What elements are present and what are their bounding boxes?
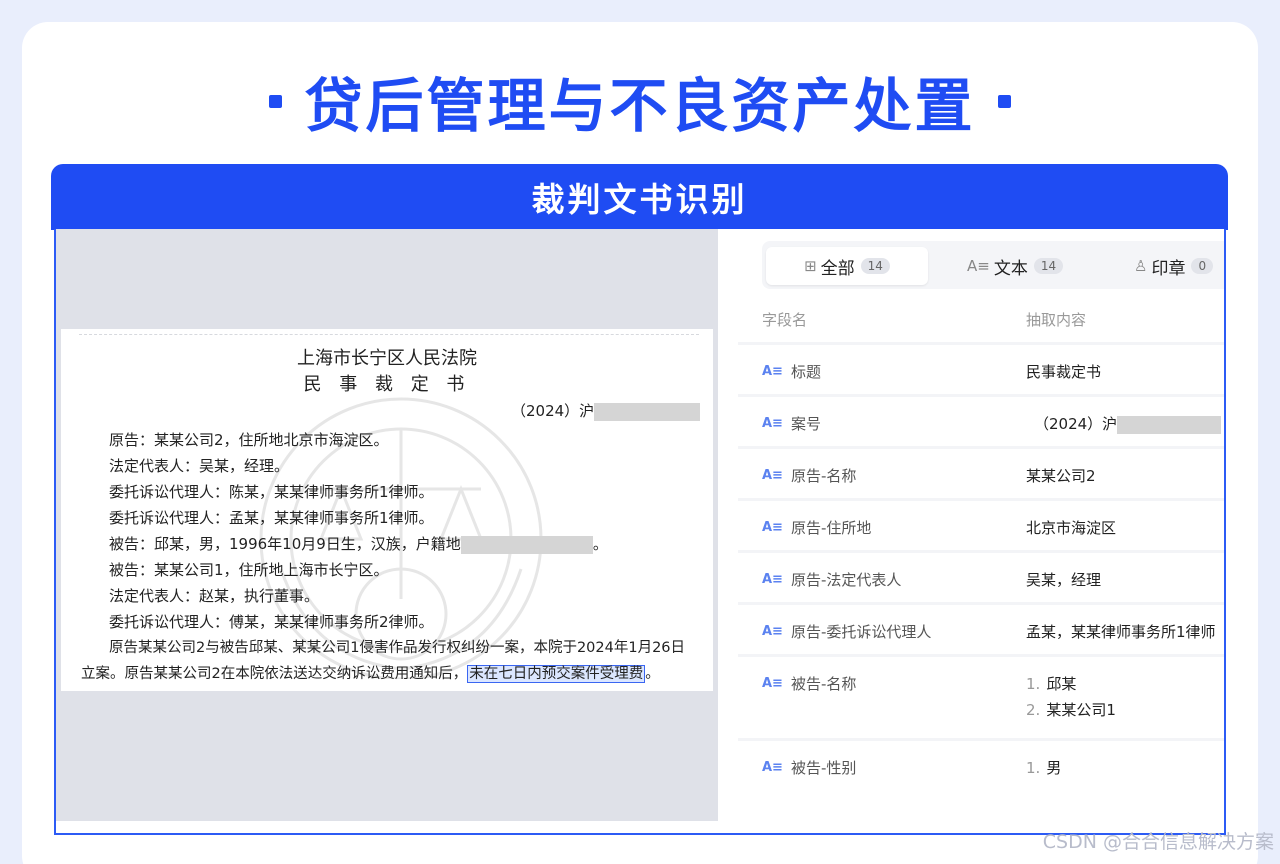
document-image: 上海市长宁区人民法院 民 事 裁 定 书 （2024）沪 原告：某某公司2，住所… <box>61 329 713 691</box>
table-row[interactable]: A≡ 原告-名称 某某公司2 <box>738 446 1224 498</box>
table-row[interactable]: A≡ 被告-名称 1. 邱某 2. 某某公司1 <box>738 654 1224 738</box>
tab-stamp[interactable]: ♙ 印章 0 <box>1134 247 1214 285</box>
document-line: 法定代表人：赵某，执行董事。 <box>109 587 320 605</box>
document-top-rule <box>79 334 699 335</box>
document-line: 被告：邱某，男，1996年10月9日生，汉族，户籍地。 <box>109 535 608 554</box>
text-field-icon: A≡ <box>762 520 783 535</box>
csdn-watermark: CSDN @合合信息解决方案 <box>1042 831 1274 853</box>
table-row[interactable]: A≡ 原告-住所地 北京市海淀区 <box>738 498 1224 550</box>
document-court-name: 上海市长宁区人民法院 <box>297 348 477 369</box>
table-row[interactable]: A≡ 原告-法定代表人 吴某，经理 <box>738 550 1224 602</box>
grid-icon: ⊞ <box>804 257 817 275</box>
column-header-field: 字段名 <box>762 310 808 329</box>
count-badge: 14 <box>860 258 890 274</box>
table-row[interactable]: A≡ 原告-委托诉讼代理人 孟某，某某律师事务所1律师 <box>738 602 1224 654</box>
text-field-icon: A≡ <box>762 760 783 775</box>
tab-text[interactable]: A≡ 文本 14 <box>967 247 1064 285</box>
title-dot-left <box>269 94 283 108</box>
document-case-number: （2024）沪 <box>511 401 701 421</box>
count-badge: 14 <box>1033 258 1064 274</box>
table-row[interactable]: A≡ 案号 （2024）沪 <box>738 394 1224 446</box>
redaction-bar <box>460 535 593 554</box>
document-type: 民 事 裁 定 书 <box>303 374 471 395</box>
recognition-frame: 上海市长宁区人民法院 民 事 裁 定 书 （2024）沪 原告：某某公司2，住所… <box>54 229 1226 835</box>
redaction-bar <box>1117 415 1222 434</box>
count-badge: 0 <box>1191 258 1214 274</box>
section-banner-text: 裁判文书识别 <box>531 180 748 219</box>
table-row[interactable]: A≡ 被告-性别 1. 男 <box>738 738 1224 833</box>
extraction-results-pane: ⊞ 全部 14 A≡ 文本 14 ♙ 印章 0 字段名 抽取内容 A≡ 标题 民事… <box>738 229 1224 833</box>
text-field-icon: A≡ <box>762 416 783 431</box>
resize-handle[interactable] <box>56 499 58 535</box>
table-row[interactable]: A≡ 标题 民事裁定书 <box>738 342 1224 394</box>
document-line: 委托诉讼代理人：陈某，某某律师事务所1律师。 <box>109 483 434 501</box>
highlighted-text[interactable]: 未在七日内预交案件受理费 <box>467 665 646 683</box>
table-header: 字段名 抽取内容 <box>738 299 1224 339</box>
tab-all[interactable]: ⊞ 全部 14 <box>766 247 928 285</box>
document-preview-pane[interactable]: 上海市长宁区人民法院 民 事 裁 定 书 （2024）沪 原告：某某公司2，住所… <box>56 229 718 821</box>
document-line: 法定代表人：吴某，经理。 <box>109 457 290 475</box>
column-header-value: 抽取内容 <box>1026 310 1087 329</box>
result-tabs: ⊞ 全部 14 A≡ 文本 14 ♙ 印章 0 <box>762 241 1224 289</box>
document-line: 立案。原告某某公司2在本院依法送达交纳诉讼费用通知后， 未在七日内预交案件受理费。 <box>81 665 660 683</box>
redaction-bar <box>594 402 701 421</box>
document-line: 委托诉讼代理人：傅某，某某律师事务所2律师。 <box>109 613 434 631</box>
text-icon: A≡ <box>967 257 990 275</box>
title-dot-right <box>997 94 1011 108</box>
text-field-icon: A≡ <box>762 676 783 691</box>
document-line: 委托诉讼代理人：孟某，某某律师事务所1律师。 <box>109 509 434 527</box>
document-line: 原告：某某公司2，住所地北京市海淀区。 <box>109 431 389 449</box>
section-banner: 裁判文书识别 <box>51 164 1228 230</box>
text-field-icon: A≡ <box>762 364 783 379</box>
text-field-icon: A≡ <box>762 572 783 587</box>
stamp-icon: ♙ <box>1134 257 1148 275</box>
document-line: 原告某某公司2与被告邱某、某某公司1侵害作品发行权纠纷一案，本院于2024年1月… <box>109 640 686 656</box>
text-field-icon: A≡ <box>762 624 783 639</box>
document-line: 被告：某某公司1，住所地上海市长宁区。 <box>109 561 389 579</box>
page-title: 贷后管理与不良资产处置 <box>0 58 1280 144</box>
text-field-icon: A≡ <box>762 468 783 483</box>
page-title-text: 贷后管理与不良资产处置 <box>304 72 976 140</box>
